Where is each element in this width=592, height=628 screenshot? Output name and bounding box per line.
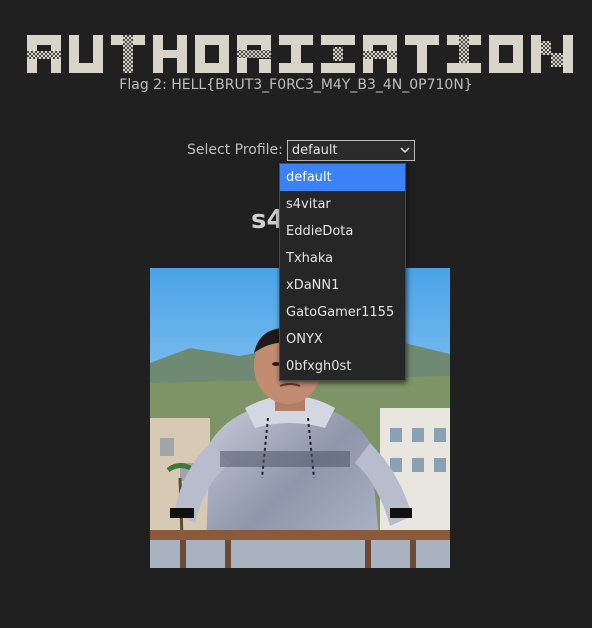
option-s4vitar[interactable]: s4vitar bbox=[280, 191, 405, 218]
option-gatogamer1155[interactable]: GatoGamer1155 bbox=[280, 299, 405, 326]
option-onyx[interactable]: ONYX bbox=[280, 326, 405, 353]
profile-select[interactable]: default bbox=[286, 139, 415, 161]
option-txhaka[interactable]: Txhaka bbox=[280, 245, 405, 272]
profile-selector-row: Select Profile: default bbox=[187, 138, 415, 162]
authorization-logo bbox=[27, 35, 573, 73]
option-0bfxgh0st[interactable]: 0bfxgh0st bbox=[280, 353, 405, 380]
select-profile-label: Select Profile: bbox=[187, 142, 283, 158]
option-default[interactable]: default bbox=[280, 164, 405, 191]
option-eddiedota[interactable]: EddieDota bbox=[280, 218, 405, 245]
profile-dropdown-list: default s4vitar EddieDota Txhaka xDaNN1 … bbox=[279, 163, 406, 381]
option-xdann1[interactable]: xDaNN1 bbox=[280, 272, 405, 299]
chevron-down-icon bbox=[400, 147, 410, 154]
flag-text: Flag 2: HELL{BRUT3_F0RC3_M4Y_B3_4N_0P710… bbox=[119, 77, 473, 93]
profile-select-value: default bbox=[291, 142, 338, 158]
